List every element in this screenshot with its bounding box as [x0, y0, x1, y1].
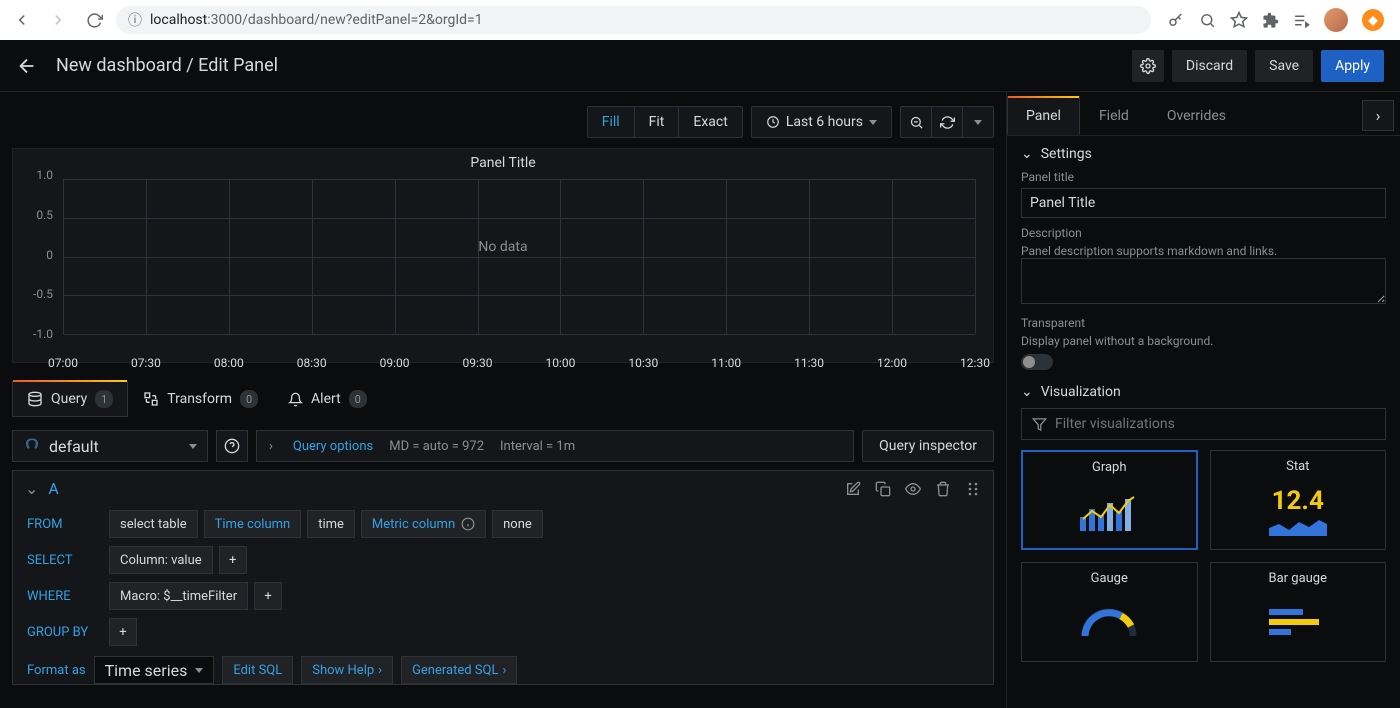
- panel-title-label: Panel title: [1021, 170, 1386, 184]
- collapse-sidepanel-button[interactable]: ›: [1362, 100, 1394, 131]
- time-range-picker[interactable]: Last 6 hours: [751, 106, 892, 138]
- browser-forward-button[interactable]: [44, 6, 72, 34]
- tab-transform[interactable]: Transform 0: [128, 381, 273, 417]
- url-host: localhost: [150, 12, 207, 28]
- chevron-down-icon: [869, 120, 877, 125]
- editor-topbar: New dashboard / Edit Panel Discard Save …: [0, 40, 1400, 92]
- tab-overrides[interactable]: Overrides: [1148, 96, 1245, 135]
- star-icon[interactable]: [1230, 11, 1248, 29]
- description-label: Description: [1021, 226, 1386, 240]
- browser-back-button[interactable]: [8, 6, 36, 34]
- dashboard-settings-button[interactable]: [1132, 50, 1164, 82]
- visualization-filter-input[interactable]: [1055, 416, 1375, 432]
- metric-column-value[interactable]: none: [492, 510, 543, 538]
- apply-button[interactable]: Apply: [1321, 50, 1384, 82]
- refresh-button[interactable]: [931, 106, 963, 138]
- tab-query[interactable]: Query 1: [12, 381, 128, 417]
- browser-url-bar[interactable]: ⓘ localhost:3000/dashboard/new?editPanel…: [116, 6, 1151, 34]
- chevron-down-icon[interactable]: ⌄: [25, 479, 38, 498]
- edit-icon[interactable]: [845, 481, 861, 497]
- add-where-button[interactable]: +: [254, 582, 282, 610]
- query-inspector-button[interactable]: Query inspector: [862, 430, 994, 462]
- time-column-value[interactable]: time: [307, 510, 355, 538]
- grafana-extension-icon[interactable]: ◆: [1362, 9, 1384, 31]
- visualization-heading[interactable]: ⌄Visualization: [1021, 384, 1386, 400]
- chart-grid: [63, 179, 975, 334]
- duplicate-icon[interactable]: [875, 481, 891, 497]
- tab-alert[interactable]: Alert 0: [273, 381, 382, 417]
- viz-card-graph[interactable]: Graph: [1021, 450, 1198, 550]
- generated-sql-button[interactable]: Generated SQL ›: [401, 656, 517, 684]
- add-groupby-button[interactable]: +: [109, 618, 137, 646]
- exact-button[interactable]: Exact: [678, 106, 742, 138]
- viz-card-stat[interactable]: Stat 12.4: [1210, 450, 1387, 550]
- query-a: ⌄ A FROM select table Time column time M…: [12, 470, 994, 685]
- trash-icon[interactable]: [935, 481, 951, 497]
- time-range-label: Last 6 hours: [786, 114, 863, 130]
- fill-button[interactable]: Fill: [587, 106, 635, 138]
- from-table-chip[interactable]: select table: [109, 510, 198, 538]
- time-column-label: Time column: [204, 510, 302, 538]
- show-help-button[interactable]: Show Help ›: [301, 656, 393, 684]
- browser-chrome: ⓘ localhost:3000/dashboard/new?editPanel…: [0, 0, 1400, 40]
- query-ref-label: A: [48, 479, 58, 498]
- refresh-interval-button[interactable]: [962, 106, 994, 138]
- eye-icon[interactable]: [905, 481, 921, 497]
- save-button[interactable]: Save: [1255, 50, 1313, 82]
- drag-handle-icon[interactable]: [965, 481, 981, 497]
- filter-icon: [1032, 417, 1047, 432]
- tab-field[interactable]: Field: [1080, 96, 1148, 135]
- tab-panel[interactable]: Panel: [1007, 96, 1080, 135]
- extensions-icon[interactable]: [1262, 12, 1279, 29]
- profile-avatar[interactable]: [1324, 8, 1348, 32]
- side-tabs: Panel Field Overrides ›: [1007, 96, 1400, 136]
- format-select[interactable]: Time series: [94, 656, 215, 684]
- zoom-out-button[interactable]: [900, 106, 932, 138]
- transparent-hint: Display panel without a background.: [1021, 334, 1386, 348]
- chevron-down-icon: [195, 668, 203, 673]
- chevron-down-icon: [974, 120, 982, 125]
- query-tabs: Query 1 Transform 0 Alert 0: [12, 381, 994, 418]
- description-hint: Panel description supports markdown and …: [1021, 244, 1386, 258]
- panel-preview: Panel Title 1.0 0.5 0 -0.5 -1.0 No data …: [12, 148, 994, 363]
- add-select-button[interactable]: +: [219, 546, 247, 574]
- side-panel: Panel Field Overrides › ⌄Settings Panel …: [1006, 92, 1400, 708]
- datasource-selector[interactable]: default: [12, 430, 208, 462]
- info-icon: ⓘ: [128, 10, 142, 30]
- visualization-filter[interactable]: [1021, 408, 1386, 440]
- back-arrow-button[interactable]: [16, 55, 38, 77]
- no-data-label: No data: [478, 239, 527, 255]
- chevron-down-icon: [189, 444, 197, 449]
- viz-card-gauge[interactable]: Gauge: [1021, 562, 1198, 662]
- fit-button[interactable]: Fit: [634, 106, 680, 138]
- zoom-icon[interactable]: [1199, 12, 1216, 29]
- discard-button[interactable]: Discard: [1172, 50, 1247, 82]
- display-mode-segment: Fill Fit Exact: [587, 106, 743, 138]
- settings-heading[interactable]: ⌄Settings: [1021, 146, 1386, 162]
- panel-title-input[interactable]: [1021, 188, 1386, 218]
- edit-sql-button[interactable]: Edit SQL: [222, 656, 293, 684]
- description-textarea[interactable]: [1021, 258, 1386, 304]
- query-options-bar[interactable]: › Query options MD = auto = 972 Interval…: [256, 430, 854, 462]
- y-axis-labels: 1.0 0.5 0 -0.5 -1.0: [13, 175, 59, 334]
- stat-sample-value: 12.4: [1272, 486, 1324, 516]
- postgres-icon: [23, 437, 41, 455]
- url-path: :3000/dashboard/new?editPanel=2&orgId=1: [207, 12, 482, 28]
- chevron-right-icon: ›: [269, 439, 273, 454]
- settings-section: ⌄Settings Panel title Description Panel …: [1007, 136, 1400, 374]
- browser-reload-button[interactable]: [80, 6, 108, 34]
- metric-column-label: Metric column: [361, 510, 486, 538]
- media-icon[interactable]: [1293, 12, 1310, 29]
- viz-card-bar-gauge[interactable]: Bar gauge: [1210, 562, 1387, 662]
- select-column-chip[interactable]: Column: value: [109, 546, 213, 574]
- panel-title: Panel Title: [13, 149, 993, 173]
- datasource-help-button[interactable]: [216, 430, 248, 462]
- key-icon[interactable]: [1167, 11, 1185, 29]
- transparent-label: Transparent: [1021, 316, 1386, 330]
- transparent-toggle[interactable]: [1021, 354, 1053, 370]
- visualization-grid: Graph Stat 12.4 Gauge Bar gauge: [1007, 450, 1400, 676]
- page-title: New dashboard / Edit Panel: [56, 55, 278, 76]
- where-macro-chip[interactable]: Macro: $__timeFilter: [109, 582, 248, 610]
- preview-toolbar: Fill Fit Exact Last 6 hours: [12, 106, 994, 138]
